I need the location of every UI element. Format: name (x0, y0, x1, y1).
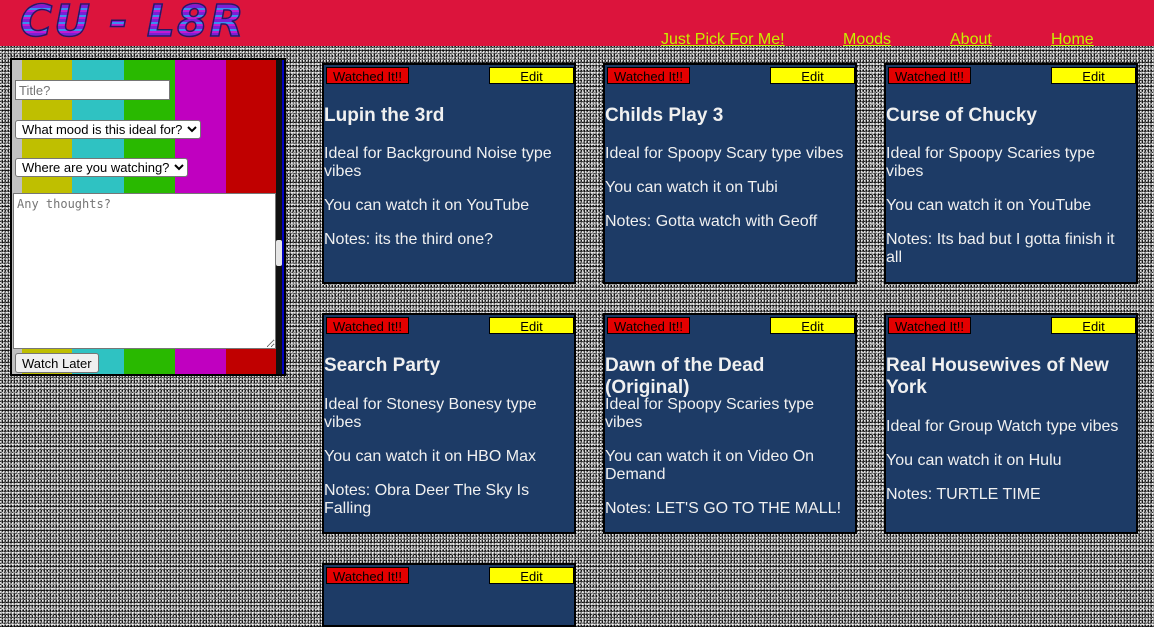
edit-button[interactable]: Edit (489, 567, 574, 584)
show-notes: Notes: its the third one? (324, 231, 493, 248)
show-card: Watched It!! Edit (322, 563, 576, 627)
show-notes: Notes: LET'S GO TO THE MALL! (605, 500, 842, 517)
show-mood: Ideal for Spoopy Scary type vibes (605, 145, 844, 162)
show-card: Watched It!! Edit Dawn of the Dead (Orig… (603, 313, 857, 534)
watched-it-button[interactable]: Watched It!! (888, 67, 971, 84)
show-card: Watched It!! Edit Search Party Ideal for… (322, 313, 576, 534)
show-title: Childs Play 3 (605, 105, 724, 126)
show-card: Watched It!! Edit Real Housewives of New… (884, 313, 1138, 534)
edit-button[interactable]: Edit (489, 317, 574, 334)
add-show-form: What mood is this ideal for? Where are y… (10, 58, 286, 376)
show-card: Watched It!! Edit Lupin the 3rd Ideal fo… (322, 63, 576, 284)
show-notes: Notes: Obra Deer The Sky Is Falling (324, 482, 530, 517)
watched-it-button[interactable]: Watched It!! (326, 317, 409, 334)
mood-select[interactable]: What mood is this ideal for? (15, 120, 201, 139)
watched-it-button[interactable]: Watched It!! (888, 317, 971, 334)
show-details: Ideal for Group Watch type vibes You can… (886, 418, 1126, 504)
show-platform: You can watch it on YouTube (886, 197, 1092, 214)
nav-link-home[interactable]: Home (1051, 31, 1094, 49)
show-title: Dawn of the Dead (Original) (605, 355, 765, 398)
nav-link-about[interactable]: About (950, 31, 992, 49)
edit-button[interactable]: Edit (770, 67, 855, 84)
watched-it-button[interactable]: Watched It!! (607, 317, 690, 334)
show-card: Watched It!! Edit Childs Play 3 Ideal fo… (603, 63, 857, 284)
watched-it-button[interactable]: Watched It!! (607, 67, 690, 84)
panel-scrollbar[interactable] (276, 60, 282, 374)
show-mood: Ideal for Spoopy Scaries type vibes (605, 396, 815, 431)
title-input[interactable] (15, 80, 170, 100)
show-mood: Ideal for Background Noise type vibes (324, 145, 552, 180)
edit-button[interactable]: Edit (1051, 67, 1136, 84)
show-notes: Notes: Gotta watch with Geoff (605, 213, 818, 230)
show-mood: Ideal for Stonesy Bonesy type vibes (324, 396, 537, 431)
edit-button[interactable]: Edit (770, 317, 855, 334)
show-platform: You can watch it on HBO Max (324, 448, 536, 465)
show-details: Ideal for Stonesy Bonesy type vibes You … (324, 396, 564, 518)
show-details: Ideal for Background Noise type vibes Yo… (324, 145, 564, 249)
watched-it-button[interactable]: Watched It!! (326, 567, 409, 584)
site-logo[interactable]: CU - L8R (19, 0, 245, 46)
nav-link-just-pick[interactable]: Just Pick For Me! (661, 31, 785, 49)
show-platform: You can watch it on Hulu (886, 452, 1062, 469)
show-card: Watched It!! Edit Curse of Chucky Ideal … (884, 63, 1138, 284)
show-notes: Notes: TURTLE TIME (886, 486, 1041, 503)
site-header: CU - L8R Just Pick For Me! Moods About H… (0, 0, 1154, 49)
show-title: Lupin the 3rd (324, 105, 445, 126)
show-title: Curse of Chucky (886, 105, 1037, 126)
show-platform: You can watch it on YouTube (324, 197, 530, 214)
show-details: Ideal for Spoopy Scary type vibes You ca… (605, 145, 845, 231)
show-mood: Ideal for Group Watch type vibes (886, 418, 1119, 435)
show-notes: Notes: Its bad but I gotta finish it all (886, 231, 1115, 266)
nav-link-moods[interactable]: Moods (843, 31, 891, 49)
watch-later-button[interactable]: Watch Later (15, 353, 99, 373)
show-details: Ideal for Spoopy Scaries type vibes You … (886, 145, 1126, 267)
show-platform: You can watch it on Video On Demand (605, 448, 815, 483)
watched-it-button[interactable]: Watched It!! (326, 67, 409, 84)
platform-select[interactable]: Where are you watching? (15, 158, 188, 177)
show-title: Real Housewives of New York (886, 355, 1109, 398)
show-title: Search Party (324, 355, 441, 376)
show-details: Ideal for Spoopy Scaries type vibes You … (605, 396, 845, 518)
show-mood: Ideal for Spoopy Scaries type vibes (886, 145, 1096, 180)
show-platform: You can watch it on Tubi (605, 179, 778, 196)
panel-scroll-thumb[interactable] (276, 240, 282, 266)
edit-button[interactable]: Edit (1051, 317, 1136, 334)
edit-button[interactable]: Edit (489, 67, 574, 84)
notes-textarea[interactable] (13, 193, 276, 349)
